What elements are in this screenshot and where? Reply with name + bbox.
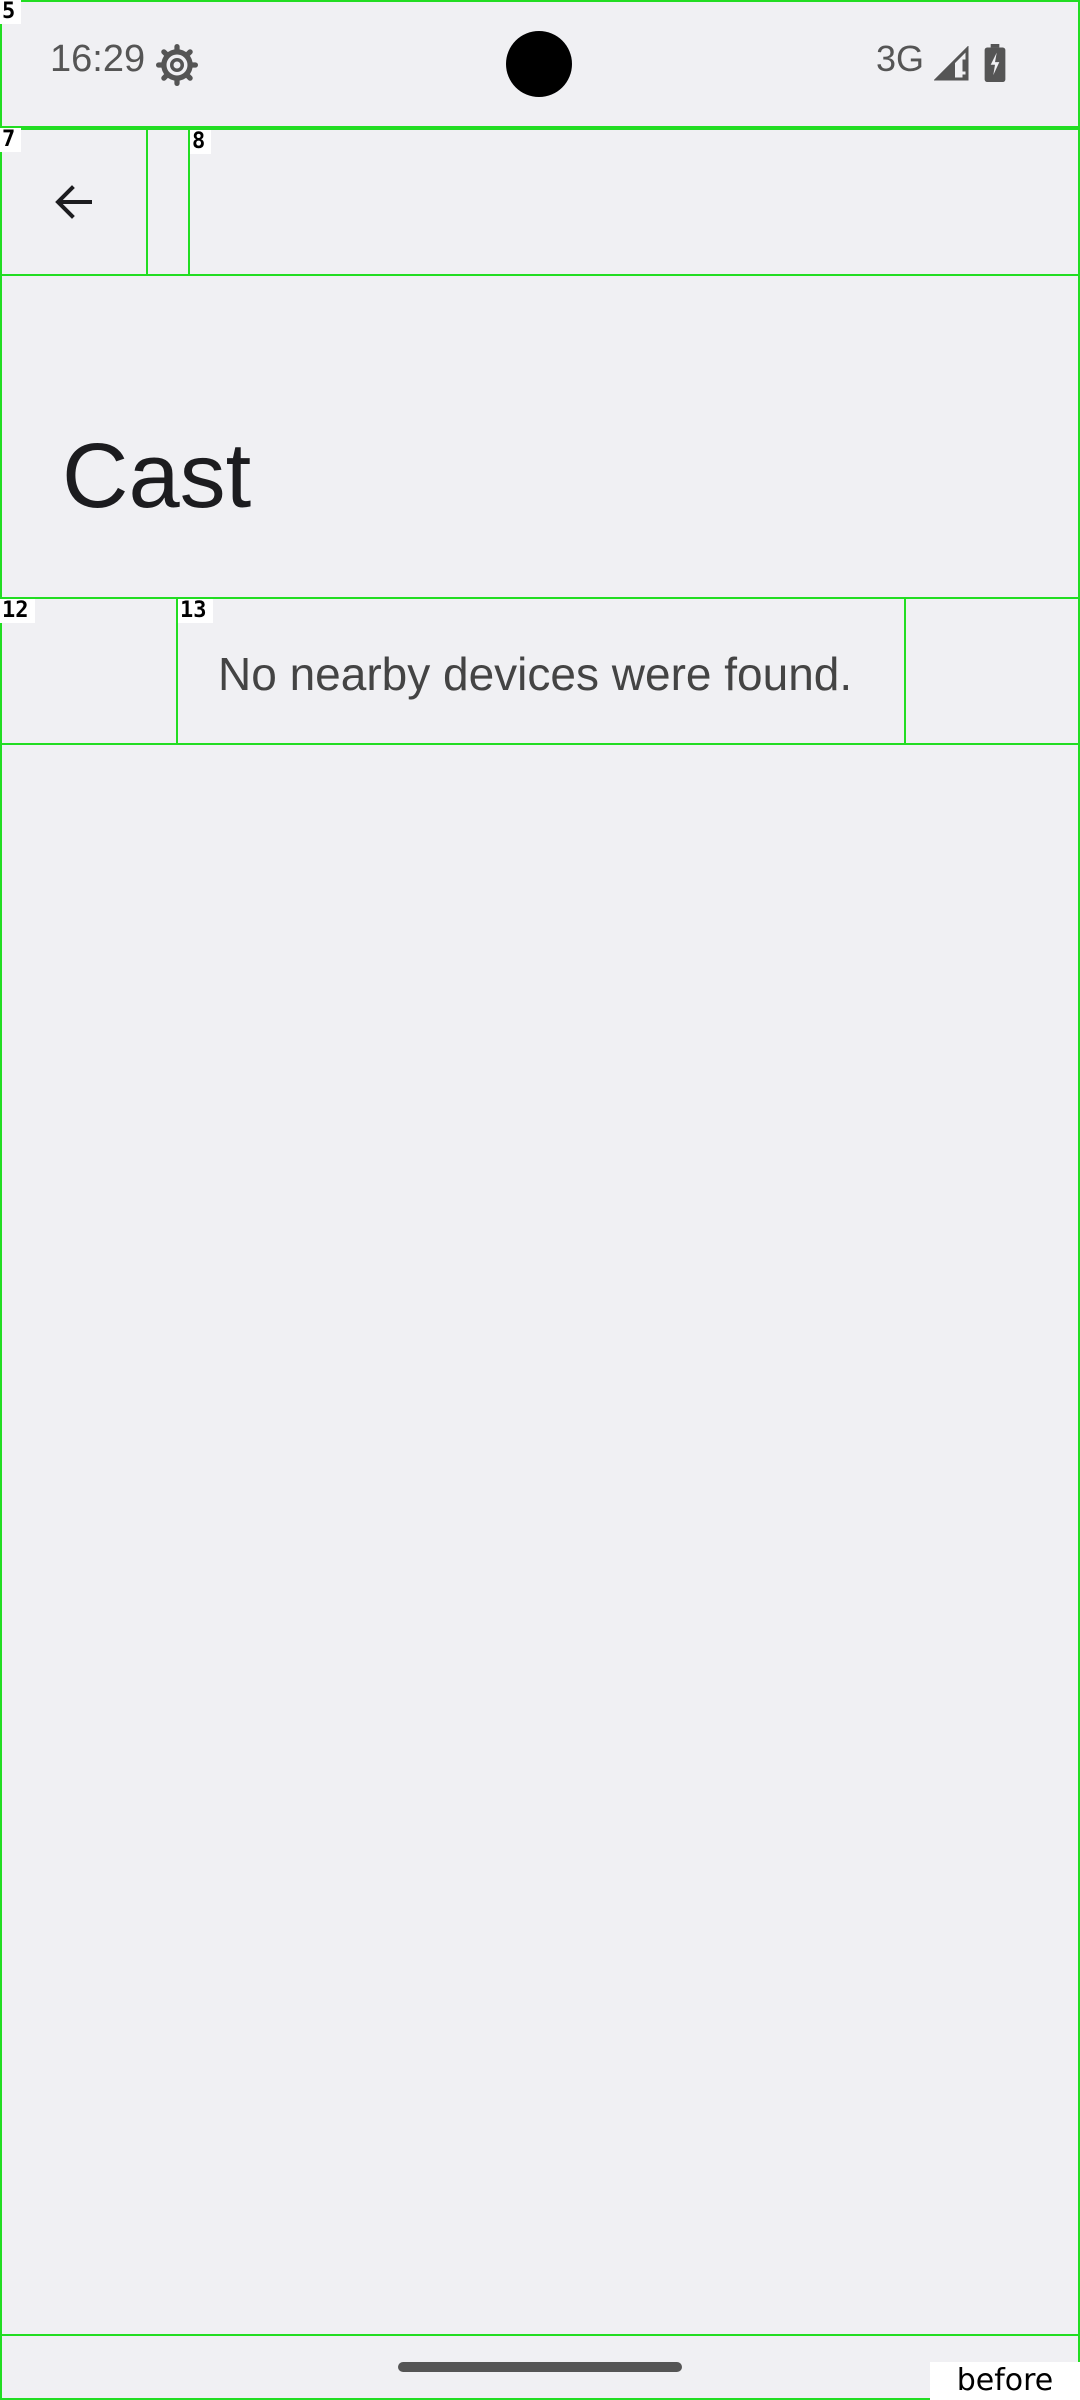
app-bar-spacer: [146, 128, 190, 276]
battery-charging-icon: [984, 44, 1006, 82]
signal-icon: [934, 46, 969, 81]
front-camera: [506, 31, 572, 97]
empty-state-message: No nearby devices were found.: [218, 648, 853, 700]
status-time: 16:29: [50, 38, 146, 80]
empty-state-trailing-area: [904, 597, 1080, 745]
status-bar-tag: 5: [0, 0, 22, 24]
app-bar-title-area: [188, 128, 1080, 276]
arrow-left-icon[interactable]: [50, 178, 98, 226]
msg-left-tag: 12: [0, 599, 35, 623]
page-title: Cast: [62, 425, 252, 527]
title-cell-tag: 8: [190, 130, 212, 154]
gear-icon: [156, 44, 198, 86]
back-cell-tag: 7: [0, 128, 22, 152]
device-list: [0, 743, 1080, 2336]
before-label: before: [930, 2362, 1080, 2400]
home-gesture-handle[interactable]: [398, 2362, 682, 2372]
network-type: 3G: [876, 38, 925, 79]
msg-center-tag: 13: [178, 599, 213, 623]
